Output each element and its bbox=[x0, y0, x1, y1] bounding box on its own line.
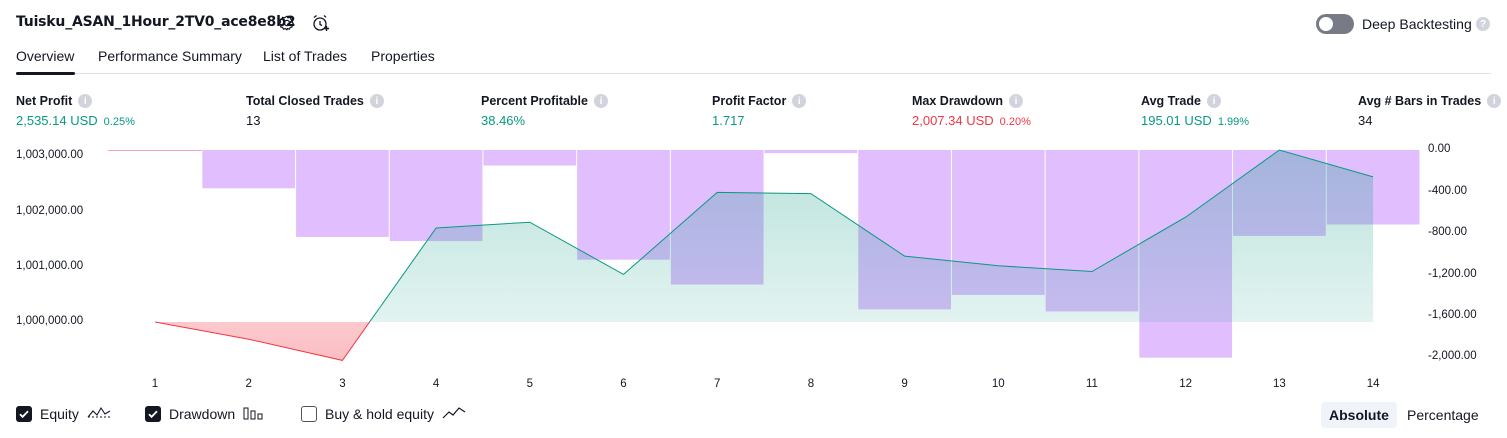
x-axis-tick: 4 bbox=[432, 378, 440, 390]
legend-equity[interactable]: Equity bbox=[16, 404, 111, 424]
checkbox-checked-icon[interactable] bbox=[16, 406, 32, 422]
buy-hold-line-icon bbox=[442, 405, 466, 424]
drawdown-bar bbox=[202, 150, 296, 189]
drawdown-bar bbox=[296, 150, 389, 237]
percentage-button[interactable]: Percentage bbox=[1399, 402, 1487, 428]
legend-equity-label: Equity bbox=[40, 406, 79, 422]
checkbox-unchecked-icon[interactable] bbox=[301, 406, 317, 422]
drawdown-bar bbox=[764, 150, 858, 154]
x-axis-tick: 13 bbox=[1272, 378, 1286, 390]
drawdown-bars-icon bbox=[243, 405, 265, 424]
x-axis-tick: 14 bbox=[1366, 378, 1380, 390]
x-axis-tick: 10 bbox=[991, 378, 1005, 390]
legend-buy-hold[interactable]: Buy & hold equity bbox=[301, 404, 466, 424]
x-axis-tick: 8 bbox=[807, 378, 815, 390]
x-axis-tick: 7 bbox=[713, 378, 721, 390]
legend-buy-hold-label: Buy & hold equity bbox=[325, 406, 434, 422]
drawdown-bar bbox=[577, 150, 670, 260]
x-axis-tick: 3 bbox=[339, 378, 346, 390]
equity-line-icon bbox=[87, 405, 111, 424]
legend-drawdown[interactable]: Drawdown bbox=[145, 404, 265, 424]
checkbox-checked-icon[interactable] bbox=[145, 406, 161, 422]
absolute-button[interactable]: Absolute bbox=[1321, 402, 1397, 428]
x-axis-tick: 2 bbox=[245, 378, 252, 390]
x-axis-tick: 9 bbox=[901, 378, 908, 390]
x-axis-tick: 12 bbox=[1179, 378, 1193, 390]
x-axis-tick: 6 bbox=[620, 378, 627, 390]
drawdown-bar bbox=[483, 150, 577, 166]
x-axis-tick: 1 bbox=[151, 378, 159, 390]
x-axis-tick: 11 bbox=[1086, 378, 1098, 390]
x-axis-tick: 5 bbox=[526, 378, 533, 390]
equity-drawdown-chart bbox=[108, 149, 1420, 361]
legend-drawdown-label: Drawdown bbox=[169, 406, 236, 422]
